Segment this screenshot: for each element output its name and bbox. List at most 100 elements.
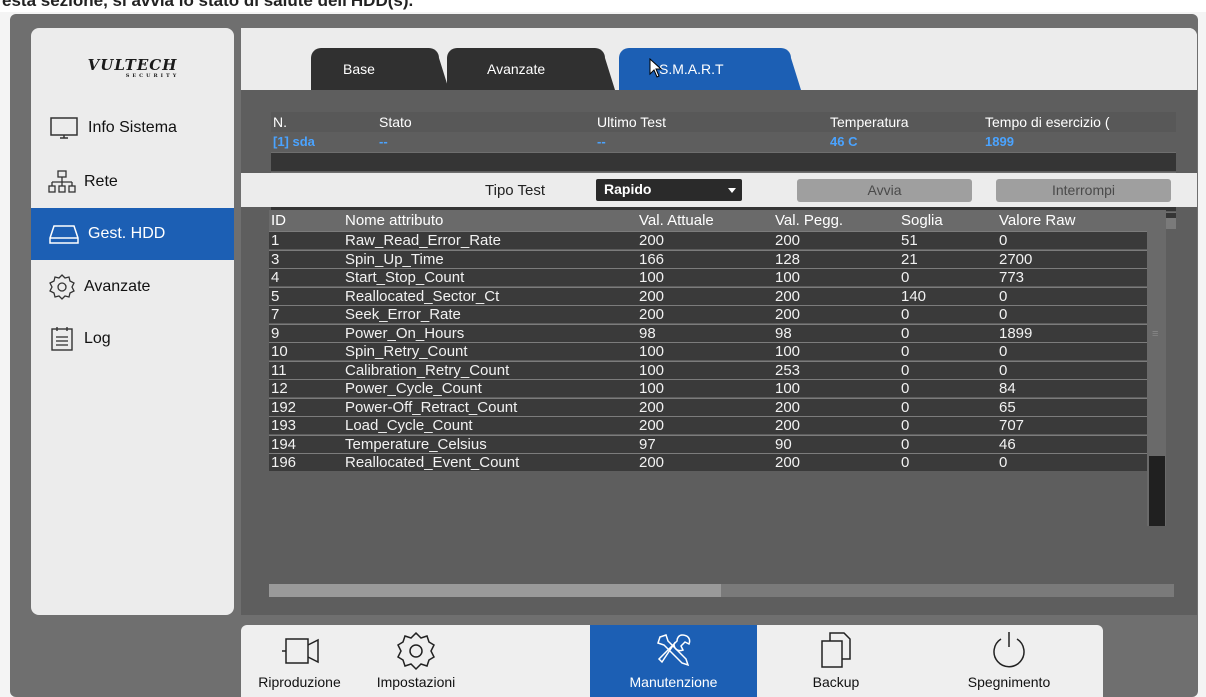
copy-icon: [821, 632, 851, 668]
taskbar-manutenzione[interactable]: Manutenzione: [590, 625, 757, 697]
stop-button[interactable]: Interrompi: [996, 179, 1171, 202]
attr-id: 12: [271, 380, 288, 397]
attr-val-pegg: 200: [775, 417, 801, 434]
attr-val-attuale: 100: [639, 361, 665, 379]
taskbar-riproduzione[interactable]: Riproduzione: [241, 625, 358, 697]
attr-val-pegg: 200: [775, 398, 801, 416]
mouse-cursor-icon: [649, 58, 663, 78]
attr-val-attuale: 100: [639, 269, 665, 286]
start-button[interactable]: Avvia: [797, 179, 972, 202]
taskbar-impostazioni[interactable]: Impostazioni: [358, 625, 474, 697]
attr-id: 3: [271, 250, 280, 268]
attributes-vertical-scrollbar[interactable]: ≡: [1147, 210, 1166, 526]
taskbar-spegnimento[interactable]: Spegnimento: [915, 625, 1103, 697]
table-row[interactable]: 1 Raw_Read_Error_Rate 200 200 51 0: [269, 231, 1147, 249]
table-row[interactable]: 7 Seek_Error_Rate 200 200 0 0: [269, 305, 1147, 323]
sidebar-item-rete[interactable]: Rete: [31, 156, 234, 208]
hdd-icon: [49, 225, 79, 244]
tab-avanzate[interactable]: Avanzate: [447, 48, 615, 90]
sidebar-item-label: Avanzate: [84, 278, 151, 295]
table-row[interactable]: 192 Power-Off_Retract_Count 200 200 0 65: [269, 397, 1147, 416]
table-row[interactable]: 193 Load_Cycle_Count 200 200 0 707: [269, 416, 1147, 434]
attr-name: Seek_Error_Rate: [345, 306, 461, 323]
gear-icon: [49, 274, 75, 300]
attr-soglia: 0: [901, 417, 910, 434]
attr-id: 193: [271, 417, 297, 434]
sidebar-item-label: Info Sistema: [88, 119, 177, 136]
attr-val-attuale: 200: [639, 454, 665, 471]
table-row[interactable]: 3 Spin_Up_Time 166 128 21 2700: [269, 249, 1147, 268]
attr-val-attuale: 200: [639, 398, 665, 416]
attr-valore-raw: 46: [999, 435, 1016, 453]
sidebar-item-label: Gest. HDD: [88, 225, 166, 242]
col-temperatura: Temperatura: [830, 114, 909, 130]
hdd-name: [1] sda: [273, 134, 315, 149]
attr-val-pegg: 90: [775, 435, 792, 453]
tab-base[interactable]: Base: [311, 48, 449, 90]
sidebar-item-gest-hdd[interactable]: Gest. HDD: [31, 208, 234, 260]
sidebar-item-log[interactable]: Log: [31, 313, 234, 365]
attr-soglia: 0: [901, 398, 910, 416]
attr-val-pegg: 100: [775, 380, 801, 397]
attr-val-pegg: 100: [775, 343, 801, 360]
test-type-select[interactable]: Rapido: [596, 179, 742, 201]
taskbar-backup[interactable]: Backup: [757, 625, 915, 697]
attr-val-attuale: 166: [639, 250, 665, 268]
attr-id: 7: [271, 306, 280, 323]
bottom-taskbar: Riproduzione Impostazioni Manutenzione B…: [241, 625, 1103, 697]
table-row[interactable]: 196 Reallocated_Event_Count 200 200 0 0: [269, 453, 1147, 471]
hdd-row[interactable]: [1] sda -- -- 46 C 1899: [271, 132, 1176, 152]
sidebar-item-label: Log: [84, 330, 111, 347]
attr-soglia: 0: [901, 324, 910, 342]
col-valore-raw: Valore Raw: [999, 212, 1076, 229]
col-n: N.: [273, 114, 287, 130]
table-row[interactable]: 12 Power_Cycle_Count 100 100 0 84: [269, 379, 1147, 397]
hdd-stato: --: [379, 134, 388, 149]
attr-valore-raw: 0: [999, 361, 1008, 379]
attr-val-attuale: 200: [639, 287, 665, 305]
attributes-table-header: ID Nome attributo Val. Attuale Val. Pegg…: [269, 210, 1147, 231]
attr-name: Calibration_Retry_Count: [345, 361, 510, 379]
attr-val-pegg: 100: [775, 269, 801, 286]
attr-soglia: 0: [901, 343, 910, 360]
col-nome-attributo: Nome attributo: [345, 212, 444, 229]
attr-name: Power_On_Hours: [345, 324, 465, 342]
attr-name: Spin_Up_Time: [345, 250, 444, 268]
attr-val-attuale: 100: [639, 343, 665, 360]
attr-name: Power-Off_Retract_Count: [345, 398, 518, 416]
table-row[interactable]: 9 Power_On_Hours 98 98 0 1899: [269, 323, 1147, 342]
attr-soglia: 0: [901, 454, 910, 471]
sidebar: VULTECH SECURITY Info Sistema Rete Gest.…: [31, 28, 234, 615]
attr-val-attuale: 100: [639, 380, 665, 397]
table-row[interactable]: 5 Reallocated_Sector_Ct 200 200 140 0: [269, 286, 1147, 305]
attr-soglia: 0: [901, 306, 910, 323]
scroll-thumb[interactable]: [1149, 456, 1165, 526]
attr-val-attuale: 200: [639, 232, 665, 249]
table-row[interactable]: 4 Start_Stop_Count 100 100 0 773: [269, 268, 1147, 286]
page-caption: esta sezione, si avvia lo stato di salut…: [0, 0, 1206, 12]
table-row[interactable]: 11 Calibration_Retry_Count 100 253 0 0: [269, 360, 1147, 379]
attr-val-attuale: 200: [639, 417, 665, 434]
attr-id: 10: [271, 343, 288, 360]
attr-val-attuale: 97: [639, 435, 656, 453]
hdd-temperatura: 46 C: [830, 134, 858, 149]
log-icon: [51, 327, 73, 351]
power-icon: [993, 632, 1025, 668]
table-row[interactable]: 10 Spin_Retry_Count 100 100 0 0: [269, 342, 1147, 360]
attr-soglia: 140: [901, 287, 927, 305]
scroll-thumb[interactable]: [269, 584, 721, 597]
vultech-logo: VULTECH SECURITY: [87, 56, 180, 79]
attr-valore-raw: 0: [999, 287, 1008, 305]
test-type-value: Rapido: [604, 181, 652, 197]
col-val-attuale: Val. Attuale: [639, 212, 714, 229]
network-icon: [48, 170, 76, 193]
sidebar-item-info-sistema[interactable]: Info Sistema: [31, 102, 234, 154]
attr-name: Load_Cycle_Count: [345, 417, 473, 434]
attr-valore-raw: 1899: [999, 324, 1033, 342]
attr-name: Spin_Retry_Count: [345, 343, 468, 360]
sidebar-item-avanzate[interactable]: Avanzate: [31, 261, 234, 313]
table-row[interactable]: 194 Temperature_Celsius 97 90 0 46: [269, 434, 1147, 453]
tab-smart[interactable]: S.M.A.R.T: [619, 48, 801, 90]
attributes-horizontal-scrollbar[interactable]: [269, 584, 1174, 597]
main-panel: Base Avanzate S.M.A.R.T N. Stato Ultimo …: [241, 28, 1197, 615]
